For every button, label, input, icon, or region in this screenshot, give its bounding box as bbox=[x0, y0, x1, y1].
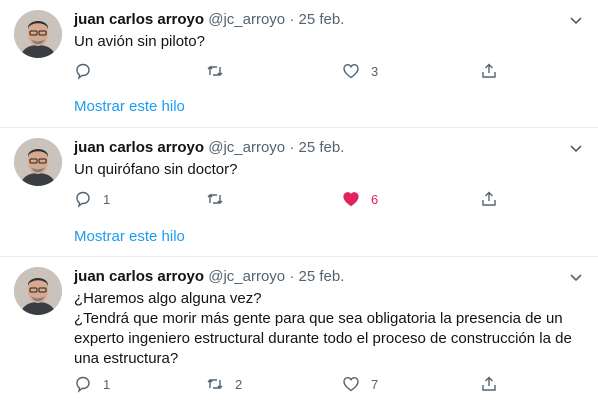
heart-icon bbox=[343, 376, 359, 392]
retweet-icon bbox=[207, 66, 223, 76]
author-handle[interactable]: @jc_arroyo bbox=[208, 139, 285, 156]
avatar[interactable] bbox=[14, 10, 62, 58]
reply-button[interactable]: 1 bbox=[74, 188, 110, 210]
avatar[interactable] bbox=[14, 138, 62, 186]
tweet-text: Un avión sin piloto? bbox=[74, 32, 584, 52]
chevron-down-icon[interactable] bbox=[568, 269, 584, 285]
tweet-actions: 1 6 bbox=[74, 188, 514, 210]
retweet-button[interactable] bbox=[206, 188, 235, 210]
tweet-date[interactable]: 25 feb. bbox=[299, 11, 345, 28]
retweet-icon bbox=[207, 194, 223, 204]
reply-icon bbox=[76, 191, 90, 208]
share-button[interactable] bbox=[480, 373, 498, 395]
tweet-text-line: Un quirófano sin doctor? bbox=[74, 161, 238, 178]
retweet-icon bbox=[207, 379, 223, 389]
tweet-text-line: experto ingeniero estructural durante to… bbox=[74, 330, 572, 347]
share-button[interactable] bbox=[480, 188, 498, 210]
tweet-text-line: una estructura? bbox=[74, 350, 179, 367]
reply-count: 1 bbox=[103, 376, 111, 392]
avatar[interactable] bbox=[14, 267, 62, 315]
author-name[interactable]: juan carlos arroyo bbox=[74, 11, 204, 28]
share-icon bbox=[482, 63, 496, 78]
reply-button[interactable]: 1 bbox=[74, 373, 110, 395]
tweet-text-line: ¿Haremos algo alguna vez? bbox=[74, 290, 262, 307]
retweet-count: 2 bbox=[235, 376, 243, 392]
chevron-down-icon[interactable] bbox=[568, 140, 584, 156]
tweet[interactable]: juan carlos arroyo @jc_arroyo · 25 feb. … bbox=[0, 0, 598, 128]
chevron-down-icon[interactable] bbox=[568, 12, 584, 28]
tweet[interactable]: juan carlos arroyo @jc_arroyo · 25 feb. … bbox=[0, 257, 598, 401]
share-icon bbox=[482, 191, 496, 206]
separator-dot: · bbox=[289, 139, 295, 156]
retweet-button[interactable]: 2 bbox=[206, 373, 242, 395]
separator-dot: · bbox=[289, 11, 295, 28]
author-handle[interactable]: @jc_arroyo bbox=[208, 11, 285, 28]
tweet-date[interactable]: 25 feb. bbox=[299, 139, 345, 156]
show-thread-link[interactable]: Mostrar este hilo bbox=[74, 228, 185, 245]
tweet-date[interactable]: 25 feb. bbox=[299, 268, 345, 285]
retweet-button[interactable] bbox=[206, 60, 235, 82]
author-name[interactable]: juan carlos arroyo bbox=[74, 139, 204, 156]
author-handle[interactable]: @jc_arroyo bbox=[208, 268, 285, 285]
like-count: 7 bbox=[371, 376, 379, 392]
heart-filled-icon bbox=[343, 192, 359, 207]
reply-icon bbox=[76, 376, 90, 393]
tweet-feed: juan carlos arroyo @jc_arroyo · 25 feb. … bbox=[0, 0, 598, 401]
tweet-header: juan carlos arroyo @jc_arroyo · 25 feb. bbox=[74, 267, 344, 287]
heart-icon bbox=[343, 63, 359, 79]
tweet-text: Un quirófano sin doctor? bbox=[74, 160, 584, 180]
tweet-header: juan carlos arroyo @jc_arroyo · 25 feb. bbox=[74, 10, 344, 30]
tweet-text-line: Un avión sin piloto? bbox=[74, 33, 205, 50]
reply-icon bbox=[76, 63, 90, 80]
share-icon bbox=[482, 376, 496, 391]
share-button[interactable] bbox=[480, 60, 498, 82]
reply-button[interactable] bbox=[74, 60, 103, 82]
reply-count: 1 bbox=[103, 191, 111, 207]
tweet-actions: 3 bbox=[74, 60, 514, 82]
like-count: 3 bbox=[371, 63, 379, 79]
like-button[interactable]: 6 bbox=[342, 188, 378, 210]
like-button[interactable]: 3 bbox=[342, 60, 378, 82]
show-thread-link[interactable]: Mostrar este hilo bbox=[74, 98, 185, 115]
tweet[interactable]: juan carlos arroyo @jc_arroyo · 25 feb. … bbox=[0, 128, 598, 257]
tweet-text: ¿Haremos algo alguna vez? ¿Tendrá que mo… bbox=[74, 289, 584, 369]
like-count: 6 bbox=[371, 191, 379, 207]
tweet-header: juan carlos arroyo @jc_arroyo · 25 feb. bbox=[74, 138, 344, 158]
tweet-text-line: ¿Tendrá que morir más gente para que sea… bbox=[74, 310, 563, 327]
like-button[interactable]: 7 bbox=[342, 373, 378, 395]
separator-dot: · bbox=[289, 268, 295, 285]
author-name[interactable]: juan carlos arroyo bbox=[74, 268, 204, 285]
tweet-actions: 1 2 7 bbox=[74, 373, 514, 395]
